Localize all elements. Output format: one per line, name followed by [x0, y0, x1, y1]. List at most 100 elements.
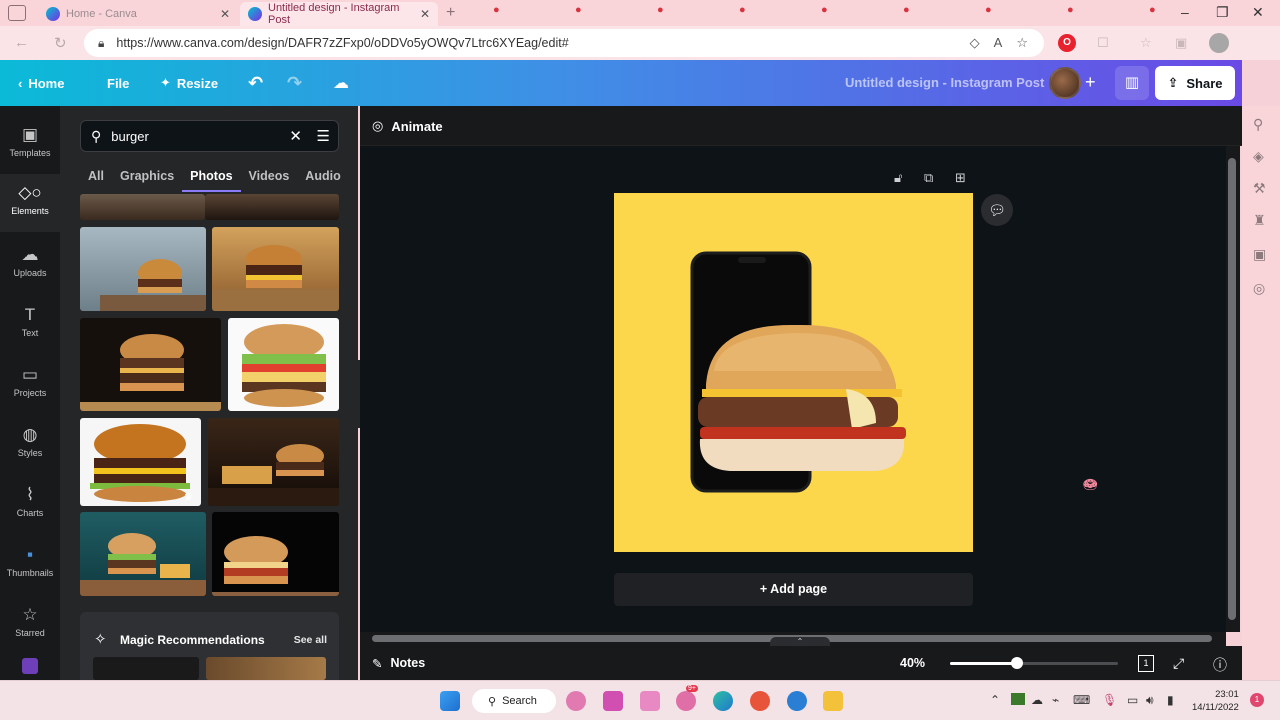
burger-photo[interactable]: [205, 194, 339, 220]
usb-icon[interactable]: ⌁: [1052, 693, 1059, 707]
add-page-icon[interactable]: ⊞: [955, 170, 966, 186]
collections-icon[interactable]: ▣: [1175, 35, 1187, 51]
url-field[interactable]: 🔒︎ https://www.canva.com/design/DAFR7zZF…: [84, 29, 1044, 57]
notification-badge[interactable]: 1: [1250, 693, 1264, 707]
home-button[interactable]: ‹ Home: [18, 60, 64, 106]
animate-button[interactable]: ◎ Animate: [372, 118, 443, 134]
nvidia-icon[interactable]: [1011, 693, 1025, 705]
rail-item-thumbnails[interactable]: ▪ Thumbnails: [0, 536, 60, 594]
burger-photo[interactable]: [212, 512, 339, 596]
rail-item-styles[interactable]: ◍ Styles: [0, 416, 60, 474]
burger-photo[interactable]: [228, 318, 339, 411]
filter-icon[interactable]: ☰: [317, 127, 330, 145]
tab-graphics[interactable]: Graphics: [112, 166, 182, 192]
volume-icon[interactable]: 🔊︎: [1146, 693, 1154, 708]
app-icon[interactable]: [566, 691, 586, 711]
file-menu-button[interactable]: File: [107, 60, 129, 106]
browser-tab-design[interactable]: Untitled design - Instagram Post ✕: [240, 2, 438, 26]
rail-item-uploads[interactable]: ☁ Uploads: [0, 236, 60, 294]
favorite-icon[interactable]: ☆: [1016, 35, 1028, 51]
page-count[interactable]: 1: [1138, 655, 1154, 672]
lock-icon[interactable]: 🔓︎: [894, 170, 902, 186]
rail-item-charts[interactable]: ⌇ Charts: [0, 476, 60, 534]
outlook-icon[interactable]: ◎: [1253, 280, 1265, 297]
tag-icon[interactable]: ◇: [970, 35, 980, 51]
rail-item-starred[interactable]: ☆ Starred: [0, 596, 60, 654]
zoom-slider[interactable]: [950, 657, 1118, 669]
minimize-icon[interactable]: –: [1181, 4, 1189, 20]
see-all-link[interactable]: See all: [294, 634, 327, 646]
fullscreen-icon[interactable]: ⤢: [1173, 655, 1184, 672]
add-comment-button[interactable]: 💬︎: [981, 194, 1013, 226]
zoom-slider-knob[interactable]: [1011, 657, 1024, 669]
battery-icon[interactable]: ▮: [1167, 693, 1174, 707]
close-tab-icon[interactable]: ✕: [220, 7, 230, 21]
design-canvas[interactable]: [614, 193, 973, 552]
resize-button[interactable]: ✦ Resize: [160, 60, 218, 106]
add-page-button[interactable]: + Add page: [614, 573, 973, 606]
avatar[interactable]: [1049, 67, 1081, 99]
app-icon[interactable]: [750, 691, 770, 711]
search-sidebar-icon[interactable]: ⚲: [1253, 116, 1263, 133]
taskbar-search[interactable]: ⚲ Search: [472, 689, 556, 713]
windows-start-icon[interactable]: [440, 691, 460, 711]
app-icon[interactable]: [640, 691, 660, 711]
share-button[interactable]: ⇪ Share: [1155, 66, 1235, 100]
search-input[interactable]: ⚲ burger ✕ ☰: [80, 120, 339, 152]
cloud-icon[interactable]: ☁: [1031, 693, 1043, 707]
insights-button[interactable]: ▥: [1115, 66, 1149, 100]
shopping-icon[interactable]: ◈: [1253, 148, 1264, 165]
favorites-bar-icon[interactable]: ☆: [1140, 35, 1152, 51]
cloud-save-icon[interactable]: ☁: [333, 60, 349, 106]
keyboard-icon[interactable]: ⌨: [1073, 693, 1090, 707]
maximize-icon[interactable]: ❐: [1216, 4, 1229, 21]
browser-tab-home[interactable]: Home - Canva ✕: [38, 2, 238, 26]
design-title[interactable]: Untitled design - Instagram Post: [845, 75, 1044, 90]
app-icon[interactable]: [787, 691, 807, 711]
edge-icon[interactable]: [713, 691, 733, 711]
burger-photo[interactable]: [208, 418, 339, 506]
clear-search-icon[interactable]: ✕: [289, 127, 302, 145]
chevron-up-icon[interactable]: ⌃: [990, 693, 1000, 707]
help-icon[interactable]: ⓘ: [1213, 655, 1227, 675]
games-icon[interactable]: ♜: [1253, 212, 1266, 229]
tab-actions-icon[interactable]: [8, 5, 26, 21]
rail-item-projects[interactable]: ▭ Projects: [0, 356, 60, 414]
back-icon[interactable]: ←: [14, 34, 29, 51]
file-explorer-icon[interactable]: [823, 691, 843, 711]
tab-videos[interactable]: Videos: [241, 166, 298, 192]
profile-icon[interactable]: [1209, 33, 1229, 53]
new-tab-button[interactable]: +: [446, 4, 455, 22]
recommendation-photo[interactable]: [93, 657, 199, 680]
extension-icon[interactable]: O: [1058, 34, 1076, 52]
burger-photo[interactable]: [80, 512, 206, 596]
rail-item-elements[interactable]: ◇○ Elements: [0, 174, 60, 232]
burger-photo[interactable]: [80, 227, 206, 311]
app-icon[interactable]: [603, 691, 623, 711]
notes-button[interactable]: ✎ Notes: [372, 656, 425, 671]
close-window-icon[interactable]: ✕: [1252, 4, 1264, 21]
add-collaborator-button[interactable]: +: [1085, 72, 1096, 93]
app-icon[interactable]: [22, 658, 38, 674]
zoom-level[interactable]: 40%: [900, 656, 925, 670]
close-tab-icon[interactable]: ✕: [420, 7, 430, 21]
vertical-scrollbar[interactable]: [1226, 146, 1240, 632]
tab-all[interactable]: All: [80, 166, 112, 192]
burger-photo[interactable]: [80, 194, 205, 220]
burger-photo[interactable]: ♛: [80, 418, 201, 506]
extensions-icon[interactable]: ☐: [1097, 35, 1109, 51]
refresh-icon[interactable]: ↻: [54, 34, 67, 52]
burger-photo[interactable]: [212, 227, 339, 311]
tools-icon[interactable]: ⚒: [1253, 180, 1266, 197]
app-icon[interactable]: 9+: [676, 685, 698, 711]
display-icon[interactable]: ▭: [1127, 693, 1138, 707]
duplicate-page-icon[interactable]: ⧉: [924, 170, 933, 186]
recommendation-photo[interactable]: [206, 657, 326, 680]
redo-button[interactable]: ↷: [287, 60, 302, 106]
clock[interactable]: 23:01 14/11/2022: [1192, 688, 1239, 714]
microphone-icon[interactable]: 🎙︎: [1102, 693, 1117, 707]
rail-item-templates[interactable]: ▣ Templates: [0, 116, 60, 174]
rail-item-text[interactable]: T Text: [0, 296, 60, 354]
office-icon[interactable]: ▣: [1253, 246, 1266, 263]
burger-photo[interactable]: [80, 318, 221, 411]
